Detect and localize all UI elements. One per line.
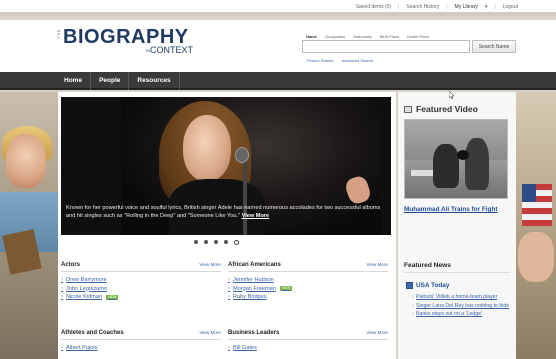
- saved-items-link[interactable]: Saved Items (0): [356, 4, 391, 10]
- main-content: Known for her powerful voice and soulful…: [58, 92, 396, 359]
- list-item[interactable]: John Leguizamo: [61, 285, 221, 294]
- view-more-link[interactable]: View More: [199, 330, 221, 335]
- view-more-link[interactable]: View More: [199, 262, 221, 267]
- sidebar: Featured Video Muhammad Ali Trains for F…: [398, 92, 516, 359]
- film-icon: [404, 105, 412, 113]
- section-title: Business Leaders: [228, 330, 280, 336]
- section-actors: Actors View More Drew Barrymore John Legu…: [61, 262, 221, 302]
- search-option-nationality[interactable]: Nationality: [353, 34, 372, 39]
- news-source-name[interactable]: USA Today: [416, 282, 449, 289]
- section-title: African Americans: [228, 262, 281, 268]
- search-option-name[interactable]: Name: [306, 34, 317, 39]
- news-item[interactable]: Banks stays out on a 'Ledge': [412, 311, 512, 318]
- new-badge: NEW: [106, 294, 119, 300]
- advanced-search-link[interactable]: Advanced Search: [341, 58, 373, 63]
- chevron-down-icon: ▾: [484, 4, 488, 10]
- carousel-dot-1[interactable]: [194, 240, 198, 244]
- logo-the: THE: [56, 29, 61, 39]
- main-nav: Home People Resources: [0, 72, 556, 90]
- nav-home[interactable]: Home: [56, 72, 92, 90]
- person-search-link[interactable]: Person Search: [307, 58, 333, 63]
- news-item[interactable]: Palouts' Vidlek a home-team player: [412, 294, 512, 301]
- hero-caption: Known for her powerful voice and soulful…: [66, 205, 381, 219]
- search-option-birth-place[interactable]: Birth Place: [380, 34, 399, 39]
- list-item[interactable]: Albert Pujols: [61, 344, 221, 353]
- news-list: Palouts' Vidlek a home-team player Singe…: [412, 294, 512, 320]
- mouse-cursor-icon: [449, 91, 455, 99]
- carousel-dot-3[interactable]: [214, 240, 218, 244]
- featured-video-thumbnail[interactable]: [404, 119, 508, 199]
- search-option-occupation[interactable]: Occupation: [325, 34, 345, 39]
- search-type-options: Name Occupation Nationality Birth Place …: [306, 34, 429, 39]
- news-source[interactable]: USA Today: [406, 282, 449, 289]
- list-item[interactable]: Drew Barrymore: [61, 276, 221, 285]
- section-title: Athletes and Coaches: [61, 330, 124, 336]
- view-more-link[interactable]: View More: [366, 330, 388, 335]
- list-item[interactable]: Ruby Bridges: [228, 293, 388, 302]
- background-image-left: [0, 92, 58, 359]
- section-title: Actors: [61, 262, 81, 268]
- microphone-icon: [235, 147, 249, 163]
- featured-video-link[interactable]: Muhammad Ali Trains for Fight: [404, 206, 510, 214]
- carousel-dot-5-active[interactable]: [234, 239, 239, 245]
- carousel-dots: [194, 239, 239, 245]
- new-badge: NEW: [279, 286, 293, 292]
- search-links: Person Search Advanced Search: [307, 58, 373, 63]
- news-item[interactable]: Singer Lana Del Rey has nothing to hide: [412, 303, 512, 310]
- section-african-americans: African Americans View More Jennifer Huds…: [228, 262, 388, 302]
- utility-links: Saved Items (0) | Search History | My Li…: [355, 4, 518, 10]
- featured-video-header: Featured Video: [404, 104, 478, 114]
- site-header: Saved Items (0) | Search History | My Li…: [0, 4, 556, 72]
- hero-carousel[interactable]: Known for her powerful voice and soulful…: [61, 97, 391, 235]
- section-athletes-and-coaches: Athletes and Coaches View More Albert Puj…: [61, 330, 221, 353]
- search-name-button[interactable]: Search Name: [472, 40, 516, 53]
- carousel-dot-2[interactable]: [204, 240, 208, 244]
- newspaper-icon: [406, 282, 413, 289]
- list-item[interactable]: Nicole KidmanNEW: [61, 293, 221, 302]
- list-item[interactable]: Morgan FreemanNEW: [228, 285, 388, 294]
- search-history-link[interactable]: Search History: [406, 4, 439, 10]
- search-input[interactable]: [302, 40, 470, 53]
- carousel-dot-4[interactable]: [224, 240, 228, 244]
- hero-view-more-link[interactable]: View More: [242, 213, 270, 219]
- list-item[interactable]: Jennifer Hudson: [228, 276, 388, 285]
- logout-link[interactable]: Logout: [503, 4, 518, 10]
- view-more-link[interactable]: View More: [366, 262, 388, 267]
- nav-people[interactable]: People: [91, 72, 130, 90]
- section-business-leaders: Business Leaders View More Bill Gates: [228, 330, 388, 353]
- logo-in-context: INCONTEXT: [146, 45, 194, 55]
- search-option-death-place[interactable]: Death Place: [407, 34, 429, 39]
- list-item[interactable]: Bill Gates: [228, 344, 388, 353]
- nav-resources[interactable]: Resources: [129, 72, 180, 90]
- featured-video-title: Featured Video: [416, 104, 478, 114]
- my-library-link[interactable]: My Library: [455, 4, 478, 10]
- background-image-right: [516, 92, 556, 359]
- featured-news-title: Featured News: [404, 262, 510, 273]
